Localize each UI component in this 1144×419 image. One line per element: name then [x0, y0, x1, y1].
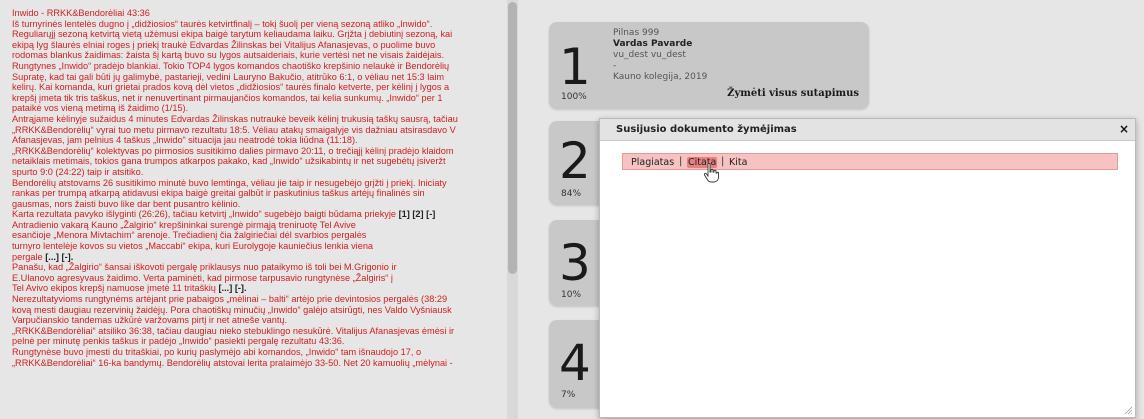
document-line: kovą mesti daugiau rezervinių žaidėjų. P… [12, 304, 452, 315]
document-line: pelnė per minutę penkis taškus ir padėjo… [12, 336, 345, 347]
reference-links[interactable]: [...] [-]. [45, 252, 73, 262]
document-line: kelirų. Kai komanda, kuri grietai prados… [12, 82, 450, 93]
document-line: E.Ulanovo agresyvaus žaidimo. Verta pami… [12, 272, 393, 283]
document-line: netaiklais metimais, tokios gana trumpos… [12, 156, 446, 167]
option-separator: | [721, 156, 725, 167]
option-separator: | [679, 156, 683, 167]
document-line: Reguliarųjį sezoną ketvirtą vietą užėmus… [12, 29, 453, 40]
document-line: Karta rezultata pavyko išlyginti (26:26)… [12, 209, 436, 220]
dialog-title: Susijusio dokumento žymėjimas [616, 124, 797, 135]
card-author: Vardas Pavarde [613, 39, 693, 49]
document-line: rankas per trumpą atkarpą atidavusi ekip… [12, 188, 425, 199]
related-document-marking-dialog: Susijusio dokumento žymėjimas × Plagiata… [599, 118, 1136, 418]
document-line: Rungtynėse buvo įmesti du tritaškiai, po… [12, 347, 422, 357]
option-other[interactable]: Kita [729, 157, 747, 168]
document-scrollbar-thumb[interactable] [508, 2, 517, 274]
document-line: Iš turnyrinės lentelės dugno į „didžiosi… [12, 18, 433, 29]
document-line: Antradienio vakarą Kauno „Žalgirio“ krep… [12, 219, 356, 230]
document-line: „RRKK&Bendorėlių“ vyrai tuo metu pirmavo… [12, 124, 456, 135]
option-plagiarism[interactable]: Plagiatas [631, 157, 674, 168]
document-line: pergale [...] [-]. [12, 251, 74, 262]
document-line: Supratę, kad tai gali būti jų galimybė, … [12, 71, 445, 82]
card-info: Pilnas 999 Vardas Pavarde vu_dest vu_des… [613, 28, 863, 83]
document-line: spurto 9:0 (24:22) taip ir atsitiko. [12, 166, 144, 177]
document-line: Antrąjame kėlinyje sužaidus 4 minutes Ed… [12, 113, 458, 124]
card-rank: 3 [559, 234, 591, 292]
card-percent: 100% [561, 92, 587, 102]
document-line: Nerezultatyvioms rungtynėms artėjant pri… [12, 294, 448, 305]
document-line: krepšį įmeta tik tris taškus, net ir nen… [12, 92, 443, 103]
document-line: esančioje „Menora Mivtachim“ arenoje. Tr… [12, 230, 367, 241]
document-line: Inwido - RRKK&Bendorėliai 43:36 [12, 8, 150, 18]
document-text: Inwido - RRKK&Bendorėliai 43:36 Iš turnyr… [12, 8, 504, 368]
document-line: Tel Avivo ekipos krepšį namuose įmetė 11… [12, 283, 247, 294]
document-line: Panašu, kad „Žalgirio“ šansai iškovoti p… [12, 262, 397, 273]
card-percent: 10% [561, 290, 582, 300]
reference-links[interactable]: [1] [2] [-] [399, 209, 436, 219]
card-title: Pilnas 999 [613, 28, 660, 38]
document-line: rodomas blankus žaidimas: žaista šį kart… [12, 50, 445, 61]
dialog-header: Susijusio dokumento žymėjimas × [600, 119, 1135, 141]
marking-options-bar: Plagiatas | Citata | Kita [622, 153, 1118, 170]
document-line: „RRKK&Bendorėliai“ 16-ka bandymų. Bendor… [12, 357, 453, 368]
document-line: „RRKK&Bendorėliai“ atsiliko 36:38, tačia… [12, 325, 455, 336]
document-line: Varpučianskio tandemas užkūrė varžovams … [12, 315, 288, 326]
document-line: ekipą lyg šlaurės elniai roges į priekį … [12, 39, 436, 50]
card-school: Kauno kolegija, 2019 [613, 72, 708, 82]
mark-all-matches-link[interactable]: Žymėti visus sutapimus [727, 88, 859, 99]
card-percent: 7% [561, 390, 576, 400]
hand-cursor-icon [703, 163, 719, 183]
card-rank: 4 [559, 334, 591, 392]
card-dash: - [613, 61, 617, 71]
card-user: vu_dest vu_dest [613, 50, 686, 60]
card-rank: 1 [559, 38, 591, 96]
document-panel: Inwido - RRKK&Bendorėliai 43:36 Iš turnyr… [0, 0, 518, 419]
document-line: „RRKK&Bendorėlių“ kolektyvas po pirmosio… [12, 145, 454, 156]
document-line: turnyro lentelėje kovos su vietos „Macca… [12, 241, 374, 252]
document-line: gausmas, nors žaisti buvo like dar bent … [12, 198, 241, 209]
reference-links[interactable]: [...] [-]. [218, 283, 246, 293]
document-line: Rungtynes „Inwido“ pradėjo blankiai. Tok… [12, 60, 450, 71]
resize-grip-icon[interactable] [1124, 406, 1133, 415]
result-card-1[interactable]: 1 100% Pilnas 999 Vardas Pavarde vu_dest… [549, 22, 869, 109]
card-percent: 84% [561, 189, 582, 199]
card-rank: 2 [559, 132, 591, 190]
document-line: pataikė vos vieną metimą iš žaidimo (1/1… [12, 103, 189, 114]
document-line: Bendorėlių atstovams 26 susitikimo minut… [12, 177, 447, 188]
document-line: Afanasjevas, jam pelnius 4 taškus „Inwid… [12, 135, 358, 146]
close-icon[interactable]: × [1119, 122, 1129, 136]
